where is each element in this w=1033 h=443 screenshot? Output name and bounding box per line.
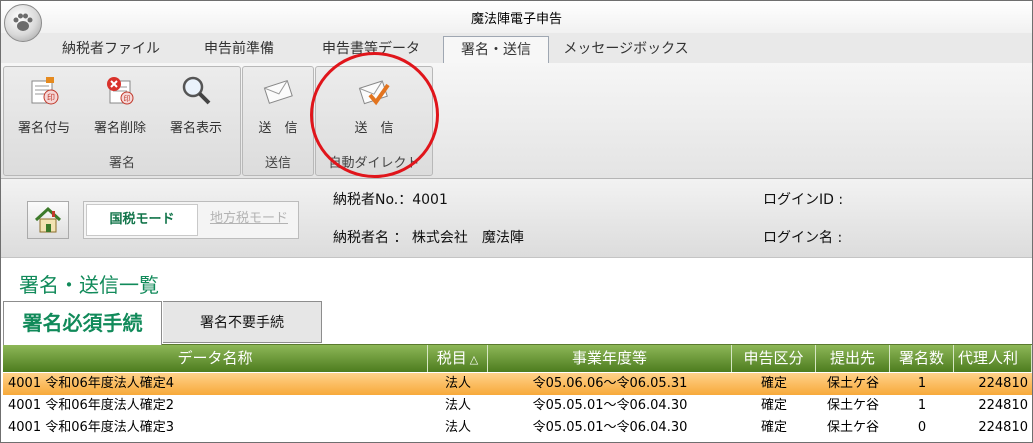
table-row[interactable]: 4001 令和06年度法人確定2 法人 令05.05.01～令06.04.30 …	[3, 395, 1032, 417]
tab-message-box[interactable]: メッセージボックス	[557, 36, 695, 62]
svg-text:印: 印	[124, 95, 131, 103]
column-header-data-name[interactable]: データ名称	[3, 345, 428, 372]
cell-fiscal-period: 令05.05.01～令06.04.30	[532, 420, 688, 435]
cell-signature-count: 1	[917, 376, 927, 391]
sign-view-label: 署名表示	[169, 121, 222, 136]
column-header-tax-type[interactable]: 税目 △	[428, 345, 488, 372]
taxpayer-number: 納税者No.：4001	[333, 192, 448, 208]
tab-signature-not-required[interactable]: 署名不要手続	[163, 301, 322, 343]
tab-sign-send[interactable]: 署名・送信	[443, 36, 549, 64]
login-name: ログイン名 :	[763, 230, 843, 246]
cell-tax-type: 法人	[444, 376, 471, 391]
national-tax-mode-button[interactable]: 国税モード	[86, 204, 198, 236]
sign-add-icon: 印	[31, 77, 59, 105]
cell-fiscal-period: 令05.05.01～令06.04.30	[532, 398, 688, 413]
sign-delete-icon: 印	[107, 77, 134, 105]
cell-signature-count: 1	[917, 398, 927, 413]
tab-signature-required[interactable]: 署名必須手続	[3, 301, 162, 345]
column-header-tax-office[interactable]: 提出先	[816, 345, 890, 372]
cell-data-name: 4001 令和06年度法人確定3	[8, 420, 175, 435]
page-title: 署名・送信一覧	[19, 273, 159, 297]
cell-fiscal-period: 令05.06.06～令06.05.31	[532, 376, 688, 391]
cell-data-name: 4001 令和06年度法人確定4	[8, 376, 175, 391]
cell-agent: 224810	[978, 376, 1028, 391]
home-icon	[34, 206, 62, 233]
sign-add-button[interactable]: 印 署名付与	[9, 73, 79, 137]
magnifier-icon	[182, 76, 211, 105]
paw-icon	[13, 13, 33, 31]
sign-view-button[interactable]: 署名表示	[161, 73, 231, 137]
home-button[interactable]	[27, 201, 69, 239]
tab-pre-filing[interactable]: 申告前準備	[183, 36, 295, 62]
sign-delete-label: 署名削除	[93, 121, 146, 136]
title-bar: 魔法陣電子申告	[1, 1, 1032, 33]
taxpayer-info-bar: 国税モード 地方税モード 納税者No.：4001 納税者名 ： 株式会社 魔法陣…	[1, 179, 1032, 258]
group-send-label: 送信	[264, 156, 291, 171]
annotation-circle	[310, 52, 439, 178]
cell-agent: 224810	[978, 420, 1028, 435]
cell-tax-type: 法人	[444, 398, 471, 413]
sort-ascending-icon: △	[469, 353, 479, 366]
cell-tax-office: 保土ケ谷	[826, 376, 879, 391]
cell-signature-count: 0	[917, 420, 927, 435]
group-signature-label: 署名	[108, 156, 135, 171]
window-title: 魔法陣電子申告	[470, 12, 562, 27]
cell-filing-kind: 確定	[760, 376, 787, 391]
column-header-fiscal-period[interactable]: 事業年度等	[488, 345, 732, 372]
group-send: 送 信 送信	[242, 66, 314, 176]
group-signature: 印 署名付与 印 署名削除 署名表示 署名	[3, 66, 241, 176]
send-button[interactable]: 送 信	[243, 73, 313, 137]
cell-filing-kind: 確定	[760, 398, 787, 413]
sign-delete-button[interactable]: 印 署名削除	[85, 73, 155, 137]
cell-tax-office: 保土ケ谷	[826, 398, 879, 413]
table-row[interactable]: 4001 令和06年度法人確定3 法人 令05.05.01～令06.04.30 …	[3, 417, 1032, 439]
cell-tax-office: 保土ケ谷	[826, 420, 879, 435]
envelope-icon	[263, 80, 293, 104]
ribbon: 印 署名付与 印 署名削除 署名表示 署名 送 信 送信 送 信 自動ダイレクト	[1, 63, 1032, 179]
table-row[interactable]: 4001 令和06年度法人確定4 法人 令05.06.06～令06.05.31 …	[3, 373, 1032, 395]
svg-text:印: 印	[47, 93, 55, 102]
cell-agent: 224810	[978, 398, 1028, 413]
ribbon-tabs: 納税者ファイル 申告前準備 申告書等データ 署名・送信 メッセージボックス	[1, 33, 1032, 64]
local-tax-mode-button[interactable]: 地方税モード	[202, 204, 296, 234]
taxpayer-name: 納税者名 ： 株式会社 魔法陣	[333, 230, 524, 246]
column-header-filing-kind[interactable]: 申告区分	[732, 345, 816, 372]
column-header-agent[interactable]: 代理人利	[954, 345, 1032, 372]
column-header-tax-type-label: 税目	[436, 349, 467, 367]
cell-data-name: 4001 令和06年度法人確定2	[8, 398, 175, 413]
tab-taxpayer-file[interactable]: 納税者ファイル	[49, 36, 173, 62]
cell-tax-type: 法人	[444, 420, 471, 435]
app-menu-button[interactable]	[4, 4, 42, 42]
send-label: 送 信	[258, 121, 298, 136]
column-header-signature-count[interactable]: 署名数	[890, 345, 954, 372]
cell-filing-kind: 確定	[760, 420, 787, 435]
login-id: ログインID :	[763, 192, 844, 208]
mode-switch: 国税モード 地方税モード	[83, 201, 299, 239]
sign-add-label: 署名付与	[17, 121, 70, 136]
app-window: 魔法陣電子申告 納税者ファイル 申告前準備 申告書等データ 署名・送信 メッセー…	[0, 0, 1033, 443]
